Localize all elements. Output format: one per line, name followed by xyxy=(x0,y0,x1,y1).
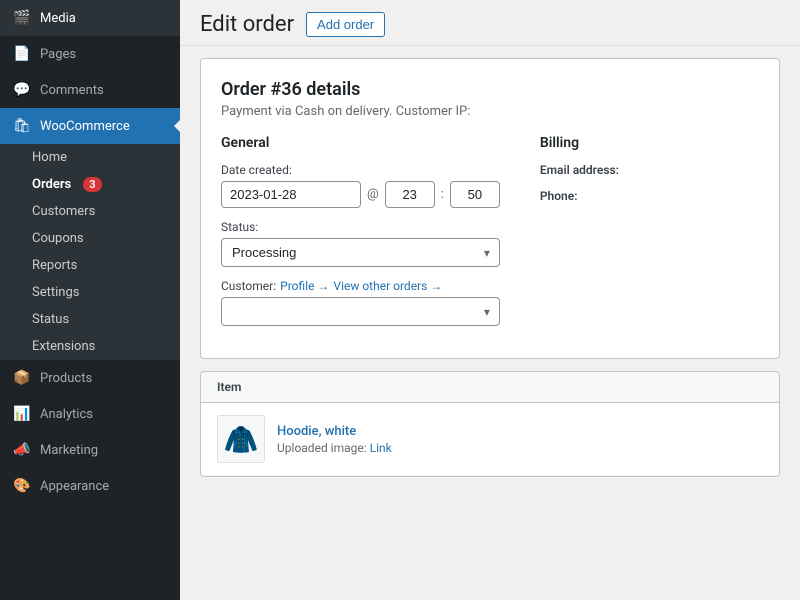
sidebar-item-settings[interactable]: Settings xyxy=(0,279,180,306)
general-section-title: General xyxy=(221,135,500,151)
customer-label-row: Customer: Profile → View other orders → xyxy=(221,279,500,293)
pages-icon: 📄 xyxy=(12,44,32,64)
view-other-orders-link[interactable]: View other orders → xyxy=(333,279,442,293)
date-row: Date created: @ : xyxy=(221,163,500,208)
time-hour-input[interactable] xyxy=(385,181,435,208)
sidebar-item-label: Status xyxy=(32,312,69,327)
sidebar-item-marketing[interactable]: 📣 Marketing xyxy=(0,432,180,468)
page-title: Edit order xyxy=(200,12,294,37)
profile-link[interactable]: Profile → xyxy=(280,279,329,293)
customer-select[interactable] xyxy=(221,297,500,326)
sidebar-item-label: Coupons xyxy=(32,231,84,246)
status-label: Status: xyxy=(221,220,500,234)
sidebar-item-products[interactable]: 📦 Products xyxy=(0,360,180,396)
email-field-row: Email address: xyxy=(540,163,759,177)
item-thumbnail: 🧥 xyxy=(217,415,265,463)
main-content: Edit order Add order Order #36 details P… xyxy=(180,0,800,600)
woocommerce-submenu: Home Orders 3 Customers Coupons Reports … xyxy=(0,144,180,360)
billing-section-title: Billing xyxy=(540,135,759,151)
at-label: @ xyxy=(367,187,379,202)
uploaded-image-link[interactable]: Link xyxy=(370,441,392,455)
sidebar-item-extensions[interactable]: Extensions xyxy=(0,333,180,360)
comments-icon: 💬 xyxy=(12,80,32,100)
sidebar-item-status[interactable]: Status xyxy=(0,306,180,333)
order-details-card: Order #36 details Payment via Cash on de… xyxy=(200,58,780,359)
items-card: Item 🧥 Hoodie, white Uploaded image: Lin… xyxy=(200,371,780,477)
customer-row: Customer: Profile → View other orders → … xyxy=(221,279,500,326)
sidebar-item-woocommerce[interactable]: 🛍 WooCommerce xyxy=(0,108,180,144)
date-group: @ : xyxy=(221,181,500,208)
sidebar-item-comments[interactable]: 💬 Comments xyxy=(0,72,180,108)
products-icon: 📦 xyxy=(12,368,32,388)
order-columns: General Date created: @ : Status: xyxy=(221,135,759,338)
status-select-wrapper: Pending payment Processing On hold Compl… xyxy=(221,238,500,267)
media-icon: 🎬 xyxy=(12,8,32,28)
colon-label: : xyxy=(441,187,444,202)
customer-label: Customer: xyxy=(221,279,276,293)
uploaded-image-label: Uploaded image: xyxy=(277,441,367,455)
sidebar-item-label: Appearance xyxy=(40,479,109,494)
sidebar-item-label: Extensions xyxy=(32,339,95,354)
billing-column: Billing Email address: Phone: xyxy=(540,135,759,338)
add-order-button[interactable]: Add order xyxy=(306,12,385,37)
sidebar: 🎬 Media 📄 Pages 💬 Comments 🛍 WooCommerce… xyxy=(0,0,180,600)
sidebar-item-analytics[interactable]: 📊 Analytics xyxy=(0,396,180,432)
sidebar-item-label: Comments xyxy=(40,83,104,98)
sidebar-item-coupons[interactable]: Coupons xyxy=(0,225,180,252)
sidebar-item-reports[interactable]: Reports xyxy=(0,252,180,279)
item-name-link[interactable]: Hoodie, white xyxy=(277,424,356,439)
sidebar-item-label: Media xyxy=(40,11,76,26)
content-area: Order #36 details Payment via Cash on de… xyxy=(180,46,800,489)
date-label: Date created: xyxy=(221,163,500,177)
status-select[interactable]: Pending payment Processing On hold Compl… xyxy=(221,238,500,267)
status-row: Status: Pending payment Processing On ho… xyxy=(221,220,500,267)
sidebar-item-label: Products xyxy=(40,371,92,386)
page-header: Edit order Add order xyxy=(180,0,800,46)
sidebar-item-label: WooCommerce xyxy=(40,119,130,134)
sidebar-item-home[interactable]: Home xyxy=(0,144,180,171)
appearance-icon: 🎨 xyxy=(12,476,32,496)
sidebar-item-label: Home xyxy=(32,150,67,165)
phone-label: Phone: xyxy=(540,189,759,203)
item-info: Hoodie, white Uploaded image: Link xyxy=(277,424,763,455)
email-label: Email address: xyxy=(540,163,759,177)
order-title: Order #36 details xyxy=(221,79,759,100)
items-column-header: Item xyxy=(201,372,779,403)
sidebar-item-label: Customers xyxy=(32,204,95,219)
customer-select-wrapper: ▾ xyxy=(221,297,500,326)
sidebar-item-appearance[interactable]: 🎨 Appearance xyxy=(0,468,180,504)
general-column: General Date created: @ : Status: xyxy=(221,135,500,338)
time-minute-input[interactable] xyxy=(450,181,500,208)
sidebar-item-label: Settings xyxy=(32,285,79,300)
table-row: 🧥 Hoodie, white Uploaded image: Link xyxy=(201,403,779,476)
date-input[interactable] xyxy=(221,181,361,208)
order-subtitle: Payment via Cash on delivery. Customer I… xyxy=(221,104,759,119)
phone-field-row: Phone: xyxy=(540,189,759,203)
sidebar-item-label: Orders xyxy=(32,177,71,192)
sidebar-item-label: Pages xyxy=(40,47,76,62)
sidebar-item-orders[interactable]: Orders 3 xyxy=(0,171,180,198)
sidebar-item-label: Analytics xyxy=(40,407,93,422)
hoodie-image-placeholder: 🧥 xyxy=(224,423,259,456)
sidebar-item-customers[interactable]: Customers xyxy=(0,198,180,225)
sidebar-item-media[interactable]: 🎬 Media xyxy=(0,0,180,36)
orders-badge: 3 xyxy=(83,177,101,192)
sidebar-item-label: Reports xyxy=(32,258,77,273)
sidebar-item-pages[interactable]: 📄 Pages xyxy=(0,36,180,72)
analytics-icon: 📊 xyxy=(12,404,32,424)
sidebar-item-label: Marketing xyxy=(40,443,98,458)
woocommerce-icon: 🛍 xyxy=(12,116,32,136)
item-meta: Uploaded image: Link xyxy=(277,441,763,455)
marketing-icon: 📣 xyxy=(12,440,32,460)
